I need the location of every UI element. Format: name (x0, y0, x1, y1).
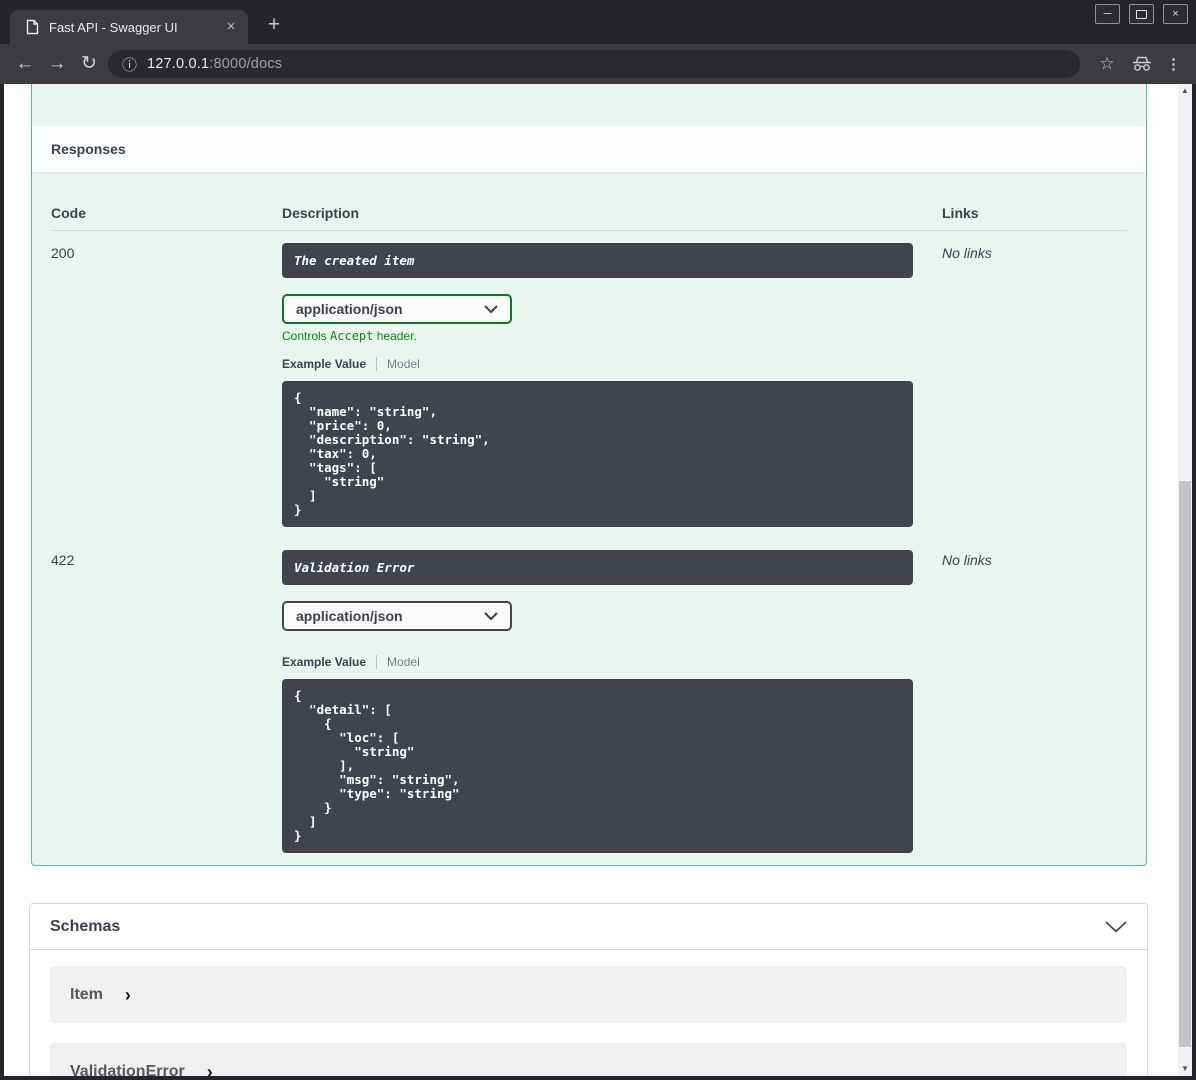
opblock-post: Responses Code Description Links 200 The… (31, 84, 1147, 866)
schemas-models: Item › ValidationError › (30, 950, 1147, 1076)
col-header-description: Description (282, 205, 360, 221)
bookmark-star-icon[interactable]: ☆ (1096, 54, 1118, 74)
close-button[interactable]: × (1163, 4, 1188, 24)
address-bar[interactable]: ⓘ 127.0.0.1:8000/docs (108, 50, 1080, 78)
response-description-cell: Validation Error application/json Exampl… (282, 550, 942, 853)
scrollbar-thumb[interactable] (1179, 481, 1191, 1047)
col-header-links: Links (942, 205, 979, 221)
row-gap (51, 527, 1127, 538)
response-description: Validation Error (282, 550, 913, 585)
example-json-200: { "name": "string", "price": 0, "descrip… (282, 381, 913, 527)
browser-menu-icon[interactable]: ⋮ (1166, 55, 1181, 73)
url-text: 127.0.0.1:8000/docs (147, 56, 282, 72)
browser-toolbar: ← → ↻ ⓘ 127.0.0.1:8000/docs ☆ ⋮ (0, 44, 1196, 84)
browser-tab[interactable]: Fast API - Swagger UI × (10, 10, 248, 44)
responses-section-header: Responses (32, 126, 1146, 172)
example-json-422: { "detail": [ { "loc": [ "string" ], "ms… (282, 679, 913, 853)
chevron-right-icon: › (124, 984, 131, 1005)
response-links: No links (942, 245, 992, 261)
col-header-code: Code (51, 205, 86, 221)
response-code: 422 (51, 552, 75, 568)
forward-button[interactable]: → (42, 44, 72, 84)
minimize-button[interactable]: ─ (1095, 4, 1120, 24)
tab-close-icon[interactable]: × (222, 18, 240, 36)
response-code: 200 (51, 245, 75, 261)
tab-title: Fast API - Swagger UI (49, 19, 178, 35)
scroll-down-icon[interactable]: ▼ (1178, 1062, 1192, 1076)
accept-header-note: Controls Accept header. (282, 329, 417, 343)
example-model-tabs: Example Value Model (282, 357, 942, 371)
chevron-down-icon (484, 612, 498, 620)
response-links: No links (942, 552, 992, 568)
tab-example-value[interactable]: Example Value (282, 357, 366, 371)
new-tab-button[interactable]: + (260, 12, 288, 40)
response-row-200: 200 The created item application/json Co… (51, 231, 1127, 527)
model-validationerror[interactable]: ValidationError › (50, 1043, 1127, 1076)
chevron-down-icon (484, 305, 498, 313)
site-info-icon[interactable]: ⓘ (122, 54, 137, 75)
page-favicon-icon (26, 19, 39, 35)
tab-divider (376, 655, 378, 669)
tab-model[interactable]: Model (387, 357, 420, 371)
titlebar: Fast API - Swagger UI × + ─ × (0, 0, 1196, 44)
tab-example-value[interactable]: Example Value (282, 655, 366, 669)
browser-window: Fast API - Swagger UI × + ─ × ← → ↻ ⓘ 12… (0, 0, 1196, 1080)
back-button[interactable]: ← (10, 44, 40, 84)
response-description-cell: The created item application/json Contro… (282, 243, 942, 527)
scroll-up-icon[interactable]: ▲ (1178, 84, 1192, 98)
tab-model[interactable]: Model (387, 655, 420, 669)
responses-table-header: Code Description Links (51, 172, 1127, 231)
response-row-422: 422 Validation Error application/json Ex… (51, 538, 1127, 853)
schemas-section: Schemas Item › ValidationError › (29, 903, 1148, 1076)
schemas-header[interactable]: Schemas (30, 904, 1147, 950)
media-type-select[interactable]: application/json (282, 601, 512, 631)
model-item[interactable]: Item › (50, 966, 1127, 1023)
tab-divider (376, 357, 378, 371)
media-type-select[interactable]: application/json (282, 294, 512, 324)
reload-button[interactable]: ↻ (74, 44, 104, 84)
window-controls: ─ × (1095, 4, 1188, 24)
responses-title: Responses (51, 141, 126, 157)
page-scrollbar[interactable]: ▲ ▼ (1178, 84, 1192, 1076)
chevron-down-icon[interactable] (1105, 920, 1127, 933)
example-model-tabs: Example Value Model (282, 655, 942, 669)
responses-table: Code Description Links 200 The created i… (32, 172, 1146, 853)
url-host: 127.0.0.1 (147, 56, 210, 72)
chevron-right-icon: › (206, 1061, 213, 1077)
response-description: The created item (282, 243, 913, 278)
toolbar-actions: ☆ ⋮ (1096, 44, 1181, 84)
maximize-button[interactable] (1129, 4, 1154, 24)
url-path: :8000/docs (209, 56, 283, 72)
incognito-icon (1131, 56, 1153, 72)
page-content: Responses Code Description Links 200 The… (4, 84, 1192, 1076)
schemas-title: Schemas (50, 917, 121, 935)
maximize-icon (1136, 9, 1147, 19)
